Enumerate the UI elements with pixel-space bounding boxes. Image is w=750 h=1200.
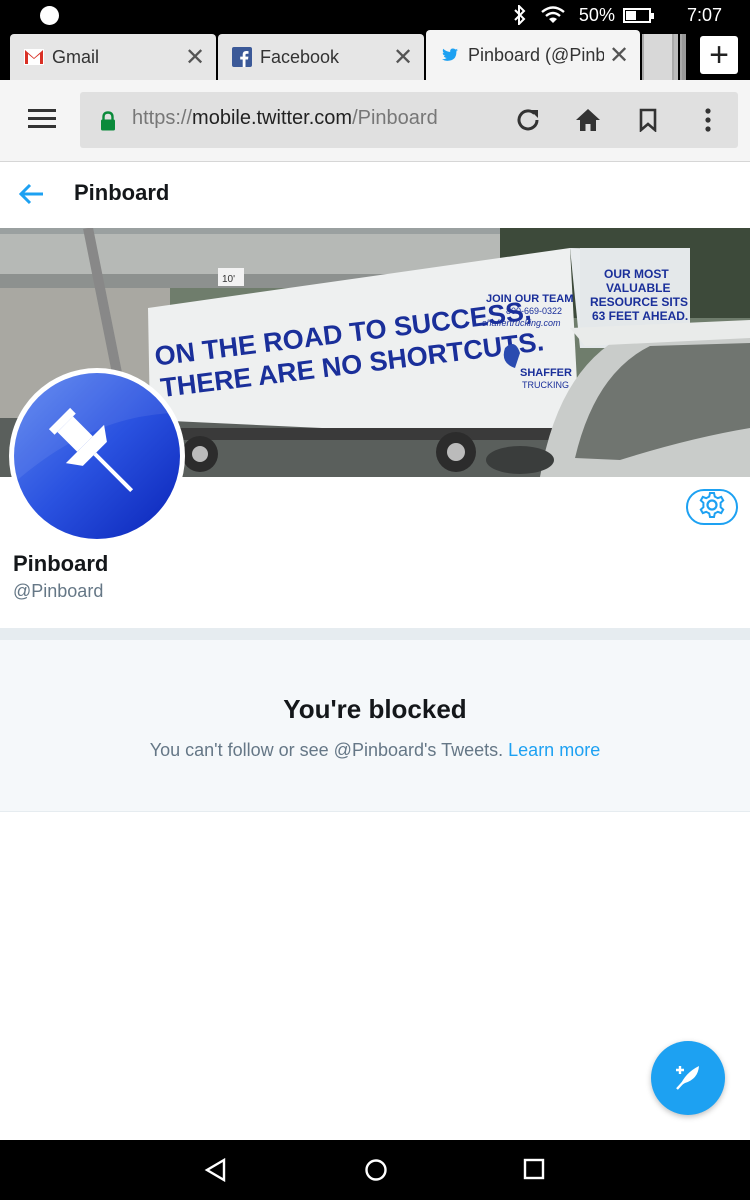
tab-strip: Gmail ✕ Facebook ✕ Pinboard (@Pinbo ✕ + (0, 30, 750, 80)
status-icons: 50% 7:07 (513, 0, 722, 30)
settings-gear-button[interactable] (686, 489, 738, 525)
gmail-icon (24, 47, 44, 67)
blocked-message: You can't follow or see @Pinboard's Twee… (0, 740, 750, 761)
blocked-title: You're blocked (283, 694, 467, 724)
battery-icon (622, 7, 654, 23)
wifi-icon (541, 6, 565, 24)
compose-quill-icon (671, 1059, 705, 1098)
battery-indicator: 50% (578, 4, 654, 26)
blocked-notice: You're blocked You can't follow or see @… (0, 640, 750, 812)
home-icon[interactable] (574, 106, 602, 134)
battery-percent: 50% (578, 4, 615, 25)
blocked-message-text: You can't follow or see @Pinboard's Twee… (149, 740, 504, 760)
lock-icon (100, 111, 116, 136)
bookmark-icon[interactable] (634, 106, 662, 134)
banner-corner-line1: OUR MOST (604, 267, 669, 281)
nav-home-icon[interactable] (364, 1158, 388, 1187)
nav-back-icon[interactable] (204, 1157, 228, 1187)
url-text[interactable]: https://mobile.twitter.com/Pinboard (132, 107, 438, 130)
tab-title: Gmail (52, 46, 100, 67)
tab-title: Facebook (260, 46, 340, 67)
close-icon[interactable]: ✕ (604, 41, 634, 70)
profile-name: Pinboard (13, 551, 109, 576)
banner-phone: 800-669-0322 (506, 306, 562, 316)
tab-pinboard[interactable]: Pinboard (@Pinbo ✕ (426, 30, 640, 80)
hamburger-menu-icon[interactable] (28, 109, 56, 133)
url-path: /Pinboard (352, 107, 438, 129)
notification-dot-icon (40, 6, 59, 25)
nav-recents-icon[interactable] (523, 1158, 545, 1185)
reload-icon[interactable] (514, 106, 542, 134)
banner-corner-line3: RESOURCE SITS (590, 295, 688, 309)
twitter-icon (440, 45, 460, 65)
close-icon[interactable]: ✕ (388, 43, 418, 72)
overflow-menu-icon[interactable] (694, 106, 722, 134)
pushpin-icon (14, 373, 180, 539)
profile-avatar[interactable] (9, 368, 185, 544)
page-title: Pinboard (74, 180, 170, 205)
browser-toolbar: https://mobile.twitter.com/Pinboard (0, 80, 750, 162)
section-divider (0, 628, 750, 640)
system-nav-bar (0, 1140, 750, 1200)
banner-website: shaffertrucking.com (482, 318, 561, 328)
profile-handle: @Pinboard (13, 581, 104, 601)
back-arrow-icon[interactable] (18, 180, 46, 213)
bridge-clearance-text: 10' (222, 274, 235, 285)
close-icon[interactable]: ✕ (180, 43, 210, 72)
tab-stack[interactable] (642, 34, 672, 80)
clock: 7:07 (686, 4, 722, 25)
profile-header: Pinboard (0, 162, 750, 226)
compose-tweet-button[interactable] (651, 1041, 725, 1115)
new-tab-button[interactable]: + (700, 36, 738, 74)
facebook-icon (232, 47, 252, 67)
url-scheme: https:// (132, 107, 193, 129)
banner-corner-line2: VALUABLE (606, 281, 670, 295)
tab-gmail[interactable]: Gmail ✕ (10, 34, 216, 80)
twitter-profile-page: Pinboard 10' ON THE ROAD TO SUCCESS, THE… (0, 162, 750, 1140)
learn-more-link[interactable]: Learn more (508, 740, 600, 760)
url-domain: mobile.twitter.com (192, 107, 353, 129)
gear-icon (698, 491, 726, 524)
banner-join-team: JOIN OUR TEAM (486, 293, 573, 305)
battery-fill (625, 10, 636, 20)
bluetooth-icon (513, 5, 527, 25)
banner-brand: SHAFFER (520, 367, 572, 379)
status-bar: 50% 7:07 (0, 0, 750, 30)
banner-corner-line4: 63 FEET AHEAD. (592, 309, 688, 323)
banner-brand-sub: TRUCKING (522, 380, 569, 390)
tab-title: Pinboard (@Pinbo (468, 44, 604, 65)
tab-facebook[interactable]: Facebook ✕ (218, 34, 424, 80)
address-bar[interactable]: https://mobile.twitter.com/Pinboard (80, 92, 738, 148)
